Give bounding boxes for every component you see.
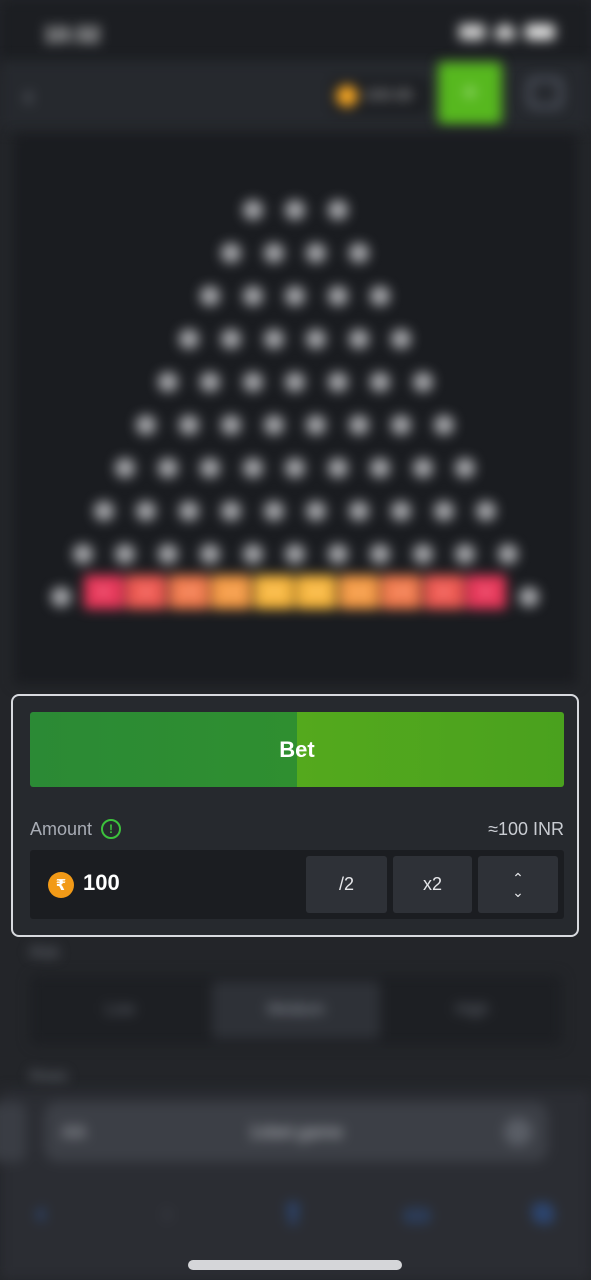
amount-approx: ≈100 INR — [488, 818, 564, 839]
bet-panel: Bet Amount ! ≈100 INR ₹ 100 /2 x2 ⌃ ⌄ — [11, 694, 579, 937]
status-icons — [459, 24, 555, 40]
back-arrow-icon[interactable]: ‹ — [24, 1196, 58, 1230]
deposit-button[interactable]: + — [438, 62, 502, 124]
amount-label: Amount — [30, 818, 93, 839]
rows-label: Rows — [30, 1068, 68, 1085]
wifi-icon — [495, 24, 515, 40]
browser-toolbar: AA 1xbet.game ‹ › ⇧ ▭ ⧉ — [0, 1090, 591, 1280]
chevron-left-icon[interactable]: ‹ — [24, 80, 48, 111]
coin-icon — [336, 85, 358, 107]
risk-option-high[interactable]: High — [388, 981, 556, 1039]
balance-display[interactable]: 100.00 — [330, 78, 428, 114]
risk-label: Risk — [30, 944, 60, 961]
app-header: ‹ 100.00 — [0, 60, 591, 130]
status-time: 10:32 — [44, 22, 101, 47]
bet-button[interactable]: Bet — [30, 712, 564, 787]
risk-selector: Low Medium High — [30, 975, 562, 1045]
chevron-up-icon: ⌃ — [512, 869, 524, 886]
url-bar[interactable]: AA 1xbet.game — [44, 1102, 548, 1162]
risk-option-low[interactable]: Low — [36, 981, 204, 1039]
risk-option-medium[interactable]: Medium — [212, 981, 380, 1039]
reload-icon[interactable] — [504, 1118, 532, 1146]
browser-nav: ‹ › ⇧ ▭ ⧉ — [0, 1182, 591, 1242]
url-text: 1xbet.game — [248, 1122, 344, 1142]
amount-value[interactable]: 100 — [83, 870, 120, 896]
home-indicator — [188, 1260, 402, 1270]
amount-stepper-button[interactable]: ⌃ ⌄ — [478, 856, 558, 913]
share-icon[interactable]: ⇧ — [276, 1196, 310, 1230]
signal-icon — [459, 24, 485, 40]
amount-field[interactable]: ₹ 100 /2 x2 ⌃ ⌄ — [30, 850, 564, 919]
tabs-icon[interactable]: ⧉ — [526, 1196, 560, 1230]
balance-value: 100.00 — [364, 87, 413, 104]
rupee-coin-icon: ₹ — [48, 872, 74, 898]
wallet-icon[interactable] — [528, 78, 562, 108]
amount-row: Amount ! ≈100 INR — [30, 816, 564, 842]
forward-arrow-icon[interactable]: › — [150, 1196, 184, 1230]
previous-tab[interactable] — [0, 1102, 26, 1162]
halve-amount-button[interactable]: /2 — [306, 856, 387, 913]
info-icon[interactable]: ! — [101, 819, 122, 839]
bookmarks-icon[interactable]: ▭ — [400, 1196, 434, 1230]
double-amount-button[interactable]: x2 — [393, 856, 472, 913]
plinko-board — [14, 134, 577, 684]
plus-icon: + — [462, 79, 477, 106]
chevron-down-icon: ⌄ — [512, 883, 524, 900]
battery-icon — [525, 24, 555, 40]
